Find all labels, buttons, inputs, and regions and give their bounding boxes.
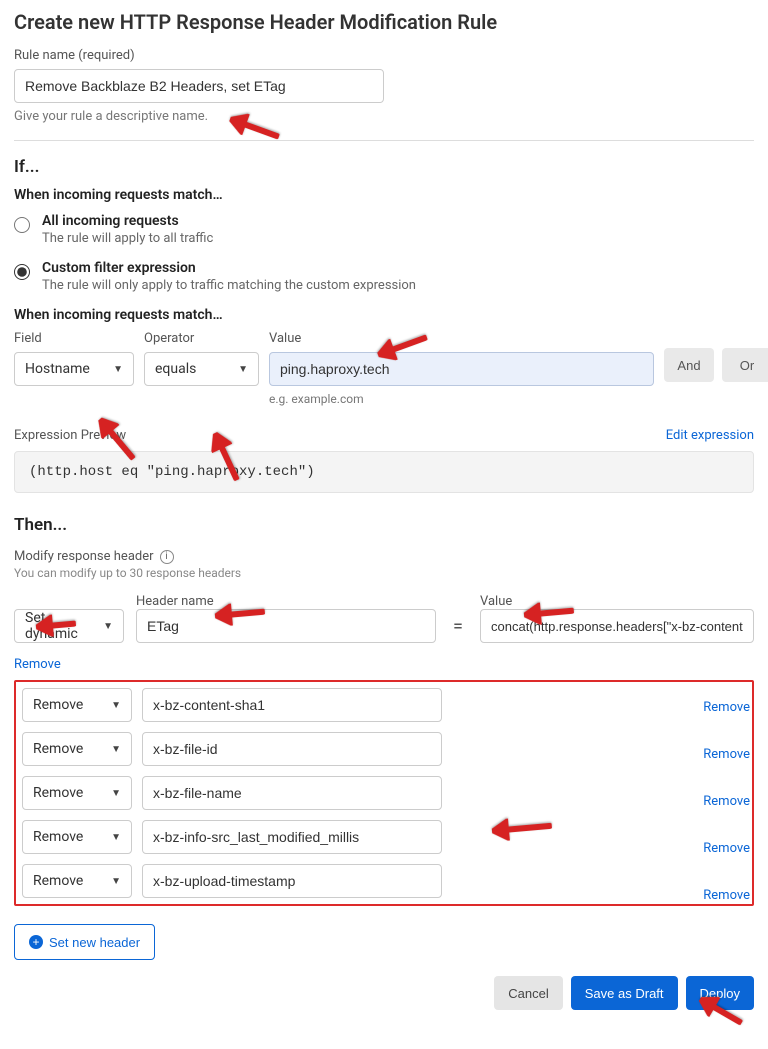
radio-custom-desc: The rule will only apply to traffic matc… bbox=[42, 278, 416, 293]
chevron-down-icon: ▼ bbox=[111, 832, 121, 843]
chevron-down-icon: ▼ bbox=[238, 364, 248, 375]
cancel-button[interactable]: Cancel bbox=[494, 976, 562, 1010]
modify-header-label: Modify response header bbox=[14, 549, 154, 564]
rule-name-help: Give your rule a descriptive name. bbox=[14, 109, 754, 124]
chevron-down-icon: ▼ bbox=[111, 744, 121, 755]
action-select-1[interactable]: Remove ▼ bbox=[22, 688, 132, 722]
col-value-label: Value bbox=[480, 594, 754, 609]
action-select-1-value: Remove bbox=[33, 697, 83, 713]
chevron-down-icon: ▼ bbox=[111, 788, 121, 799]
chevron-down-icon: ▼ bbox=[111, 876, 121, 887]
action-select-4-value: Remove bbox=[33, 829, 83, 845]
radio-all-desc: The rule will apply to all traffic bbox=[42, 231, 213, 246]
and-button[interactable]: And bbox=[664, 348, 714, 382]
field-select[interactable]: Hostname ▼ bbox=[14, 352, 134, 386]
radio-all-title: All incoming requests bbox=[42, 213, 213, 229]
operator-label: Operator bbox=[144, 331, 259, 346]
action-select-5[interactable]: Remove ▼ bbox=[22, 864, 132, 898]
remove-link-1[interactable]: Remove bbox=[703, 700, 750, 715]
action-select-3-value: Remove bbox=[33, 785, 83, 801]
header-name-4[interactable] bbox=[142, 820, 442, 854]
rule-name-label: Rule name (required) bbox=[14, 48, 754, 63]
info-icon: i bbox=[160, 550, 174, 564]
remove-link-3[interactable]: Remove bbox=[703, 794, 750, 809]
chevron-down-icon: ▼ bbox=[111, 700, 121, 711]
remove-link-4[interactable]: Remove bbox=[703, 841, 750, 856]
radio-custom-filter[interactable] bbox=[14, 264, 30, 280]
match-heading-2: When incoming requests match… bbox=[14, 307, 754, 323]
header-name-5[interactable] bbox=[142, 864, 442, 898]
header-name-3[interactable] bbox=[142, 776, 442, 810]
modify-header-note: You can modify up to 30 response headers bbox=[14, 566, 754, 580]
plus-icon: + bbox=[29, 935, 43, 949]
remove-headers-group: Remove ▼ Remove ▼ Remove ▼ Remove ▼ Remo… bbox=[14, 680, 754, 906]
set-new-header-label: Set new header bbox=[49, 935, 140, 950]
field-select-value: Hostname bbox=[25, 361, 90, 377]
annotation-arrow-icon bbox=[35, 613, 77, 638]
action-select-3[interactable]: Remove ▼ bbox=[22, 776, 132, 810]
match-heading-1: When incoming requests match… bbox=[14, 187, 754, 203]
radio-custom-title: Custom filter expression bbox=[42, 260, 416, 276]
page-title: Create new HTTP Response Header Modifica… bbox=[14, 10, 754, 34]
annotation-arrow-icon bbox=[214, 601, 266, 627]
value-hint: e.g. example.com bbox=[269, 392, 654, 406]
annotation-arrow-icon bbox=[523, 600, 575, 626]
radio-all-requests[interactable] bbox=[14, 217, 30, 233]
remove-link-0[interactable]: Remove bbox=[14, 657, 61, 672]
header-value-0[interactable] bbox=[480, 609, 754, 643]
header-name-0[interactable] bbox=[136, 609, 436, 643]
chevron-down-icon: ▼ bbox=[113, 364, 123, 375]
field-label: Field bbox=[14, 331, 134, 346]
action-select-5-value: Remove bbox=[33, 873, 83, 889]
remove-link-2[interactable]: Remove bbox=[703, 747, 750, 762]
action-select-2[interactable]: Remove ▼ bbox=[22, 732, 132, 766]
header-name-2[interactable] bbox=[142, 732, 442, 766]
action-select-2-value: Remove bbox=[33, 741, 83, 757]
equals-sign: = bbox=[448, 616, 468, 637]
value-label: Value bbox=[269, 331, 654, 346]
then-heading: Then... bbox=[14, 515, 754, 535]
value-input[interactable] bbox=[269, 352, 654, 386]
header-name-1[interactable] bbox=[142, 688, 442, 722]
col-header-label: Header name bbox=[136, 594, 436, 609]
divider bbox=[14, 140, 754, 141]
operator-select-value: equals bbox=[155, 361, 196, 377]
save-draft-button[interactable]: Save as Draft bbox=[571, 976, 678, 1010]
rule-name-input[interactable] bbox=[14, 69, 384, 103]
if-heading: If... bbox=[14, 157, 754, 177]
remove-link-5[interactable]: Remove bbox=[703, 888, 750, 903]
operator-select[interactable]: equals ▼ bbox=[144, 352, 259, 386]
chevron-down-icon: ▼ bbox=[103, 621, 113, 632]
edit-expression-link[interactable]: Edit expression bbox=[666, 428, 754, 443]
set-new-header-button[interactable]: + Set new header bbox=[14, 924, 155, 960]
action-select-4[interactable]: Remove ▼ bbox=[22, 820, 132, 854]
or-button[interactable]: Or bbox=[722, 348, 768, 382]
